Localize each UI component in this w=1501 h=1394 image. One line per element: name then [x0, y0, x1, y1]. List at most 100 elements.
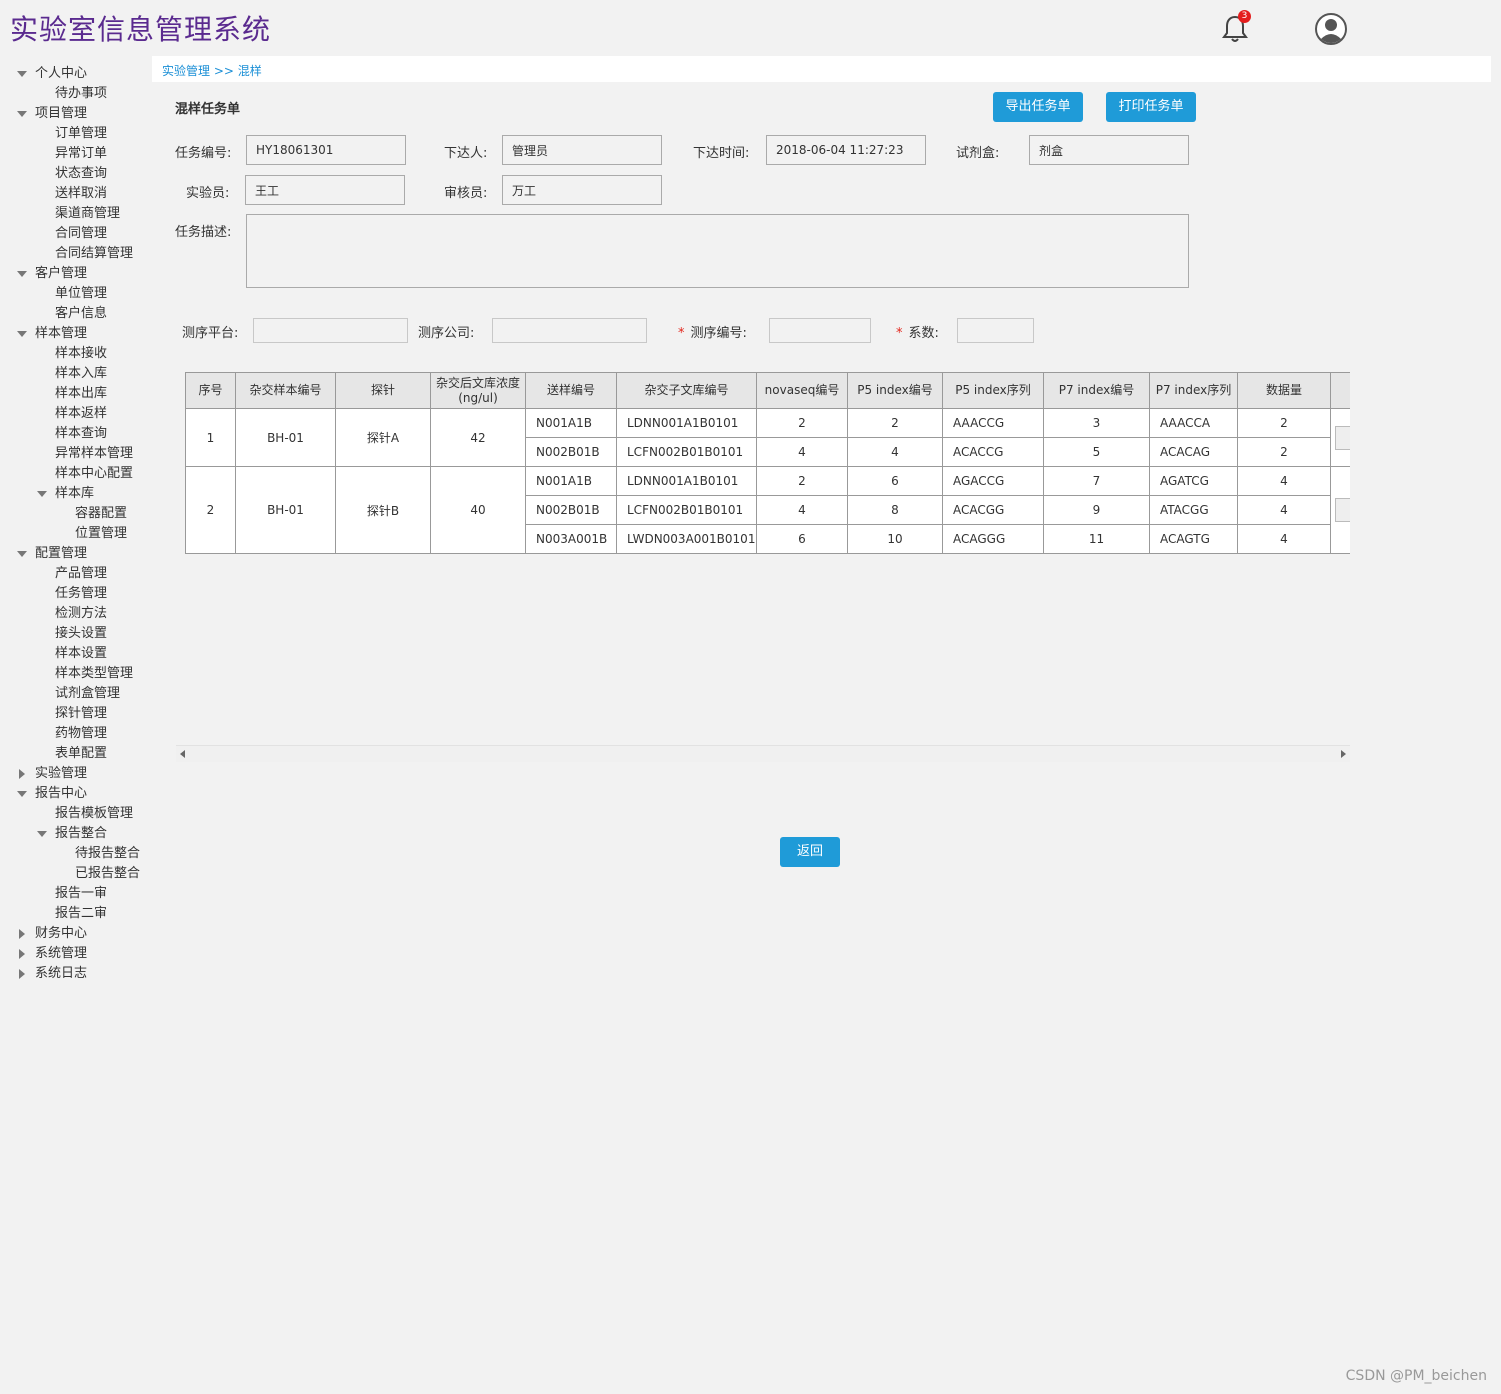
scroll-right-icon[interactable]	[1341, 750, 1346, 758]
sidebar-item[interactable]: 异常样本管理	[55, 444, 133, 464]
caret-down-icon[interactable]	[15, 784, 29, 804]
sidebar-item[interactable]: 样本管理	[17, 324, 87, 344]
company-field[interactable]	[492, 318, 647, 343]
caret-down-icon[interactable]	[15, 544, 29, 564]
sidebar-item[interactable]: 样本出库	[55, 384, 107, 404]
sidebar-item[interactable]: 任务管理	[55, 584, 107, 604]
sidebar-item[interactable]: 样本入库	[55, 364, 107, 384]
sidebar-item-label: 样本库	[55, 486, 95, 501]
scroll-left-icon[interactable]	[180, 750, 185, 758]
sidebar-item[interactable]: 样本返样	[55, 404, 107, 424]
sidebar-item[interactable]: 客户信息	[55, 304, 107, 324]
caret-right-icon[interactable]	[15, 924, 29, 944]
issue-time-label: 下达时间:	[693, 146, 750, 161]
caret-down-icon[interactable]	[15, 64, 29, 84]
sidebar-item-label: 样本中心配置	[55, 466, 134, 481]
experimenter-field[interactable]	[245, 175, 405, 205]
sidebar-item[interactable]: 合同结算管理	[55, 244, 133, 264]
sidebar-item[interactable]: 客户管理	[17, 264, 87, 284]
issue-time-field[interactable]	[766, 135, 926, 165]
column-header-extra	[1330, 372, 1350, 409]
sidebar-item[interactable]: 报告模板管理	[55, 804, 133, 824]
caret-right-icon[interactable]	[15, 964, 29, 984]
sidebar-item[interactable]: 药物管理	[55, 724, 107, 744]
sidebar-item[interactable]: 实验管理	[19, 764, 87, 784]
reviewer-field[interactable]	[502, 175, 662, 205]
user-avatar[interactable]	[1314, 12, 1348, 46]
sidebar-item[interactable]: 待办事项	[55, 84, 107, 104]
caret-right-icon[interactable]	[15, 764, 29, 784]
notification-bell[interactable]: 3	[1218, 10, 1252, 46]
sidebar-item[interactable]: 样本查询	[55, 424, 107, 444]
cell-sample: N001A1B	[525, 466, 617, 496]
sidebar-item-label: 接头设置	[55, 626, 108, 641]
coef-field[interactable]	[957, 318, 1034, 343]
caret-down-icon[interactable]	[35, 484, 49, 504]
sidebar-item[interactable]: 表单配置	[55, 744, 107, 764]
issuer-field[interactable]	[502, 135, 662, 165]
sidebar-item[interactable]: 容器配置	[75, 504, 127, 524]
sidebar-item-label: 样本设置	[55, 646, 108, 661]
sidebar-item-label: 报告中心	[35, 786, 88, 801]
caret-down-icon[interactable]	[15, 104, 29, 124]
cell-data: 2	[1237, 437, 1331, 467]
sidebar-item[interactable]: 渠道商管理	[55, 204, 120, 224]
caret-down-icon[interactable]	[35, 824, 49, 844]
sidebar-item[interactable]: 试剂盒管理	[55, 684, 120, 704]
breadcrumb[interactable]: 实验管理 >> 混样	[162, 62, 262, 79]
row-action-stub[interactable]	[1335, 498, 1350, 522]
platform-field[interactable]	[253, 318, 408, 343]
print-task-button[interactable]: 打印任务单	[1106, 92, 1196, 122]
sidebar-item[interactable]: 个人中心	[17, 64, 87, 84]
sidebar-item[interactable]: 样本库	[37, 484, 95, 504]
issuer-label: 下达人:	[444, 146, 488, 161]
sidebar-item[interactable]: 检测方法	[55, 604, 107, 624]
sidebar-item[interactable]: 待报告整合	[75, 844, 140, 864]
export-task-button[interactable]: 导出任务单	[993, 92, 1083, 122]
cell-novaseq: 4	[756, 495, 848, 525]
cell-hyb_sample: BH-01	[235, 466, 336, 554]
sidebar-item[interactable]: 财务中心	[19, 924, 87, 944]
sidebar-item[interactable]: 样本类型管理	[55, 664, 133, 684]
row-action-stub[interactable]	[1335, 425, 1350, 450]
sidebar-item[interactable]: 合同管理	[55, 224, 107, 244]
required-mark: *	[896, 326, 903, 341]
cell-p5no: 2	[847, 408, 943, 438]
sidebar-item-label: 渠道商管理	[55, 206, 121, 221]
sidebar-item[interactable]: 系统管理	[19, 944, 87, 964]
sidebar-item[interactable]: 项目管理	[17, 104, 87, 124]
task-no-field[interactable]	[246, 135, 406, 165]
sidebar-item[interactable]: 报告整合	[37, 824, 107, 844]
sidebar-item-label: 样本出库	[55, 386, 108, 401]
sidebar-item[interactable]: 报告二审	[55, 904, 107, 924]
sidebar-item[interactable]: 配置管理	[17, 544, 87, 564]
sidebar-item[interactable]: 报告中心	[17, 784, 88, 804]
task-desc-textarea[interactable]	[246, 214, 1189, 288]
sidebar-item[interactable]: 系统日志	[19, 964, 87, 984]
sidebar-item[interactable]: 位置管理	[75, 524, 127, 544]
sidebar-item[interactable]: 异常订单	[55, 144, 107, 164]
sidebar-item[interactable]: 样本中心配置	[55, 464, 133, 484]
sidebar-item[interactable]: 接头设置	[55, 624, 107, 644]
caret-down-icon[interactable]	[15, 324, 29, 344]
caret-right-icon[interactable]	[15, 944, 29, 964]
sidebar-item[interactable]: 探针管理	[55, 704, 107, 724]
sidebar-item[interactable]: 单位管理	[55, 284, 107, 304]
back-button[interactable]: 返回	[780, 837, 840, 867]
kit-field[interactable]	[1029, 135, 1189, 165]
seq-no-field[interactable]	[769, 318, 871, 343]
cell-seq: 1	[185, 408, 236, 467]
sidebar-item[interactable]: 报告一审	[55, 884, 107, 904]
sidebar-item[interactable]: 送样取消	[55, 184, 107, 204]
kit-label: 试剂盒:	[956, 146, 1000, 161]
sidebar-item[interactable]: 状态查询	[55, 164, 107, 184]
cell-p7seq: ACAGTG	[1149, 524, 1238, 554]
sidebar-item[interactable]: 已报告整合	[75, 864, 140, 884]
sidebar-item[interactable]: 订单管理	[55, 124, 107, 144]
sidebar-item[interactable]: 产品管理	[55, 564, 107, 584]
sidebar-item[interactable]: 样本设置	[55, 644, 107, 664]
sidebar-item[interactable]: 样本接收	[55, 344, 107, 364]
caret-down-icon[interactable]	[15, 264, 29, 284]
horizontal-scrollbar[interactable]	[176, 745, 1350, 762]
breadcrumb-bar: 实验管理 >> 混样	[152, 56, 1491, 82]
